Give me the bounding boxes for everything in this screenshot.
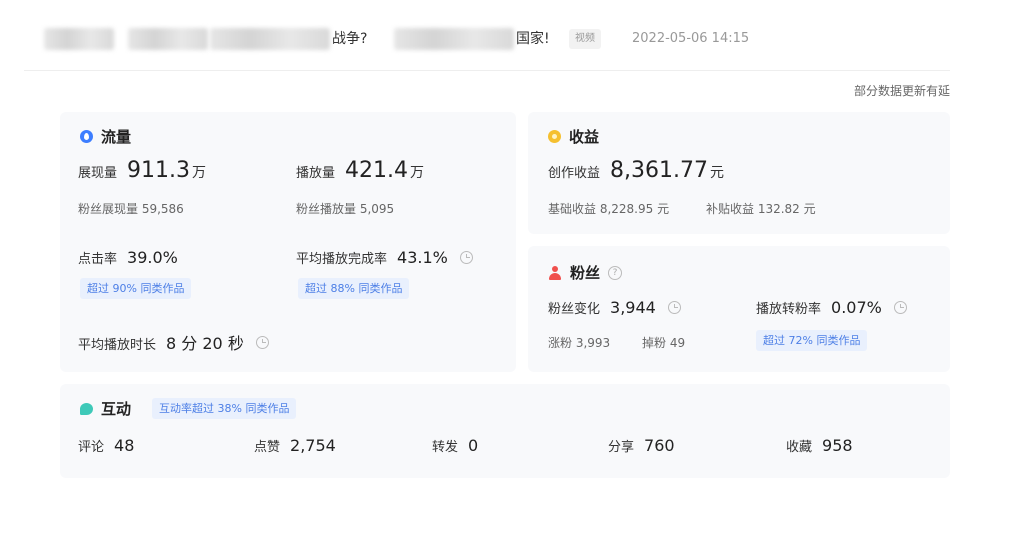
interaction-title: 互动 [80, 398, 131, 419]
help-icon[interactable]: ? [608, 265, 623, 280]
blurred-title-segment [394, 28, 514, 50]
person-icon [548, 265, 562, 280]
ctr-rank-badge: 超过 90% 同类作品 [80, 278, 192, 299]
chat-bubble-icon [80, 402, 93, 415]
avg-duration-metric: 平均播放时长 8 分 20 秒 [78, 330, 269, 354]
traffic-icon [80, 130, 93, 143]
fan-impressions: 粉丝展现量 59,586 [78, 202, 184, 216]
interaction-rank-badge: 互动率超过 38% 同类作品 [152, 398, 297, 419]
income-title: 收益 [548, 126, 599, 147]
subsidy-income: 补贴收益 132.82 元 [706, 202, 816, 216]
title-fragment: 国家! [516, 31, 550, 47]
traffic-card: 流量 展现量 911.3 万 粉丝展现量 59,586 播放量 421.4 万 … [60, 112, 516, 372]
publish-date: 2022-05-06 14:15 [632, 31, 750, 46]
favorites-metric: 收藏 958 [786, 436, 853, 455]
fans-title: 粉丝 ? [548, 262, 623, 283]
blurred-title-segment [210, 28, 330, 50]
title-fragment: 战争? [332, 31, 368, 47]
traffic-title: 流量 [80, 126, 131, 147]
interaction-card: 互动 互动率超过 38% 同类作品 评论 48 点赞 2,754 转发 0 分享… [60, 384, 950, 478]
coin-icon [548, 130, 561, 143]
completion-rank-badge: 超过 88% 同类作品 [298, 278, 410, 299]
blurred-title-segment [44, 28, 114, 50]
data-delay-note: 部分数据更新有延 [853, 84, 950, 98]
fan-plays: 粉丝播放量 5,095 [296, 202, 395, 216]
comments-metric: 评论 48 [78, 436, 135, 455]
shares-metric: 分享 760 [608, 436, 675, 455]
blurred-title-segment [128, 28, 208, 50]
likes-metric: 点赞 2,754 [254, 436, 336, 455]
post-header: 战争? 国家! 视频 2022-05-06 14:15 [24, 18, 950, 71]
fans-gain: 涨粉 3,993 [548, 336, 611, 350]
ctr-metric: 点击率 39.0% [78, 248, 178, 267]
history-clock-icon[interactable] [893, 301, 907, 314]
conversion-rank-badge: 超过 72% 同类作品 [756, 330, 868, 351]
fans-loss: 掉粉 49 [642, 336, 686, 350]
plays-metric: 播放量 421.4 万 [296, 158, 424, 183]
fans-card: 粉丝 ? 粉丝变化 3,944 涨粉 3,993 掉粉 49 播放转粉率 0.0… [528, 246, 950, 372]
content-type-tag: 视频 [569, 29, 601, 49]
reposts-metric: 转发 0 [432, 436, 479, 455]
completion-metric: 平均播放完成率 43.1% [296, 248, 473, 267]
basic-income: 基础收益 8,228.95 元 [548, 202, 670, 216]
fans-change-metric: 粉丝变化 3,944 [548, 298, 681, 317]
play-to-fan-metric: 播放转粉率 0.07% [756, 298, 907, 317]
history-clock-icon[interactable] [667, 301, 681, 314]
impressions-metric: 展现量 911.3 万 [78, 158, 206, 183]
creation-income-metric: 创作收益 8,361.77 元 [548, 158, 724, 183]
income-card: 收益 创作收益 8,361.77 元 基础收益 8,228.95 元 补贴收益 … [528, 112, 950, 234]
history-clock-icon[interactable] [459, 251, 473, 264]
history-clock-icon[interactable] [255, 335, 269, 349]
